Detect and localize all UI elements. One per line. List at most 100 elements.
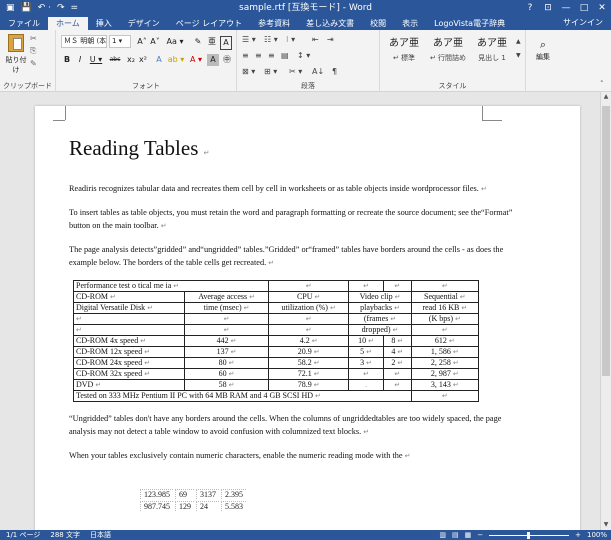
table-header-cell[interactable]: Digital Versatile Disk ↵ (72, 301, 186, 314)
table-header-cell[interactable]: (frames ↵ (348, 312, 412, 325)
table-cell[interactable]: ↵ (382, 367, 412, 380)
table-cell[interactable]: 8 ↵ (382, 334, 412, 347)
table-header-cell[interactable]: playbacks ↵ (348, 301, 412, 314)
phonetic-guide-icon[interactable]: 亜 (206, 36, 218, 48)
table-cell[interactable]: 612 ↵ (410, 334, 480, 347)
borders-icon[interactable]: ⊞ ▾ (264, 67, 277, 76)
tab-view[interactable]: 表示 (394, 17, 426, 30)
table-cell[interactable]: 987.745 (140, 501, 173, 511)
word-count[interactable]: 288 文字 (40, 530, 80, 540)
read-mode-icon[interactable]: ▥ (439, 530, 446, 540)
font-color-icon[interactable]: A ▾ (187, 54, 205, 66)
editing-button[interactable]: ⌕ 編集 (532, 38, 554, 62)
tab-references[interactable]: 参考資料 (250, 17, 298, 30)
shrink-font-button[interactable]: A˅ (149, 36, 161, 48)
table-header-cell[interactable]: ↵ (72, 323, 186, 336)
table-cell[interactable]: 58.2 ↵ (267, 356, 350, 369)
tab-page-layout[interactable]: ページ レイアウト (168, 17, 250, 30)
table-cell[interactable]: 78.9 ↵ (267, 378, 350, 391)
table-cell[interactable]: ↵ (410, 279, 480, 292)
table-cell[interactable]: 3137 (196, 489, 219, 499)
vertical-scrollbar[interactable]: ▲ ▼ (600, 92, 611, 530)
table-cell[interactable]: ↵ (382, 378, 412, 391)
align-left-icon[interactable]: ≡ (242, 51, 249, 60)
table-header-cell[interactable]: (K bps) ↵ (410, 312, 480, 325)
table-cell[interactable]: 3, 143 ↵ (410, 378, 480, 391)
table-header-cell[interactable]: CPU ↵ (267, 290, 350, 303)
cut-icon[interactable]: ✂ (30, 34, 37, 43)
multilevel-list-icon[interactable]: ⁝ ▾ (286, 35, 295, 44)
character-border-icon[interactable]: A (220, 36, 232, 50)
table-header-cell[interactable]: CD-ROM ↵ (72, 290, 186, 303)
close-button[interactable]: ✕ (593, 0, 611, 16)
undo-icon[interactable]: ↶ · (38, 0, 51, 16)
style-no-spacing[interactable]: あア亜 ↵ 行間詰め (428, 35, 468, 67)
text-effects-icon[interactable]: A (153, 54, 165, 66)
line-spacing-icon[interactable]: ↕ ▾ (297, 51, 310, 60)
increase-indent-icon[interactable]: ⇥ (327, 35, 334, 44)
performance-table[interactable]: Performance test o tical me ia ↵ ↵ ↵ ↵ ↵… (72, 279, 480, 402)
tab-review[interactable]: 校閲 (362, 17, 394, 30)
table-cell[interactable]: ↵ (410, 389, 480, 402)
asian-layout-icon[interactable]: ✂ ▾ (289, 67, 302, 76)
language-indicator[interactable]: 日本語 (80, 530, 111, 540)
highlight-color-icon[interactable]: ab ▾ (167, 54, 185, 66)
document-page[interactable]: Reading Tables ↵ Readiris recognizes tab… (35, 106, 580, 530)
web-layout-icon[interactable]: ▦ (465, 530, 472, 540)
page-count[interactable]: 1/1 ページ (0, 530, 40, 540)
table-cell[interactable]: 2.395 (221, 489, 246, 499)
change-case-button[interactable]: Aa ▾ (164, 36, 186, 48)
table-cell[interactable]: 20.9 ↵ (267, 345, 350, 358)
table-cell[interactable]: 24 (196, 501, 219, 511)
table-cell[interactable]: 123.985 (140, 489, 173, 499)
style-heading-1[interactable]: あア亜 見出し 1 (472, 35, 512, 67)
table-cell[interactable]: 5 ↵ (348, 345, 384, 358)
table-cell[interactable]: 72.1 ↵ (267, 367, 350, 380)
grow-font-button[interactable]: A˄ (136, 36, 148, 48)
table-caption-cell[interactable]: Performance test o tical me ia ↵ (73, 279, 269, 292)
tab-insert[interactable]: 挿入 (88, 17, 120, 30)
print-layout-icon[interactable]: ▤ (452, 530, 459, 540)
tab-design[interactable]: デザイン (120, 17, 168, 30)
font-name-combobox[interactable]: ＭＳ 明朝 (本 ▾ (61, 35, 107, 48)
paste-button[interactable]: 貼り付け (4, 34, 28, 74)
table-header-cell[interactable]: ↵ (184, 312, 269, 325)
table-cell[interactable]: ↵ (382, 279, 412, 292)
table-cell[interactable]: 69 (175, 489, 194, 499)
table-cell[interactable]: 1, 586 ↵ (410, 345, 480, 358)
table-cell[interactable]: ↵ (267, 279, 350, 292)
table-header-cell[interactable]: read 16 KB ↵ (410, 301, 480, 314)
zoom-in-button[interactable]: + (575, 530, 581, 540)
format-painter-icon[interactable]: ✎ (30, 59, 37, 68)
document-content[interactable]: Reading Tables ↵ Readiris recognizes tab… (69, 136, 519, 472)
zoom-slider[interactable] (489, 531, 570, 539)
table-header-cell[interactable]: Sequential ↵ (410, 290, 480, 303)
table-cell[interactable]: CD-ROM 12x speed ↵ (72, 345, 186, 358)
scroll-up-icon[interactable]: ▲ (601, 92, 611, 102)
table-header-cell[interactable]: time (msec) ↵ (184, 301, 269, 314)
redo-icon[interactable]: ↷ (57, 0, 65, 16)
maximize-button[interactable]: □ (575, 0, 593, 16)
table-cell[interactable]: 2, 258 ↵ (410, 356, 480, 369)
zoom-level[interactable]: 100% (587, 530, 607, 540)
tab-home[interactable]: ホーム (48, 17, 88, 30)
table-header-cell[interactable]: dropped) ↵ (348, 323, 412, 336)
copy-icon[interactable]: ⎘ (30, 46, 37, 56)
style-normal[interactable]: あア亜 ↵ 標準 (384, 35, 424, 67)
table-header-cell[interactable]: ↵ (267, 312, 350, 325)
zoom-slider-knob[interactable] (527, 531, 531, 539)
paragraph-5[interactable]: When your tables exclusively contain num… (69, 449, 519, 464)
table-cell[interactable]: 3 ↵ (348, 356, 384, 369)
numeric-table[interactable]: 123.985 69 3137 2.395 987.745 129 24 5.5… (138, 487, 248, 513)
strikethrough-button[interactable]: abc (107, 54, 123, 66)
bullets-icon[interactable]: ☰ ▾ (242, 35, 256, 44)
enclosed-character-icon[interactable]: ㊥ (221, 54, 233, 66)
italic-button[interactable]: I (74, 54, 86, 66)
styles-scroll-up-icon[interactable]: ▲ (516, 38, 521, 45)
table-cell[interactable]: 4 ↵ (382, 345, 412, 358)
table-footer-cell[interactable]: Tested on 333 MHz Pentium II PC with 64 … (73, 389, 412, 402)
styles-scroll-down-icon[interactable]: ▼ (516, 52, 521, 59)
tab-logovista[interactable]: LogoVista電子辞典 (426, 17, 513, 30)
bold-button[interactable]: B (61, 54, 73, 66)
table-cell[interactable]: 60 ↵ (184, 367, 269, 380)
